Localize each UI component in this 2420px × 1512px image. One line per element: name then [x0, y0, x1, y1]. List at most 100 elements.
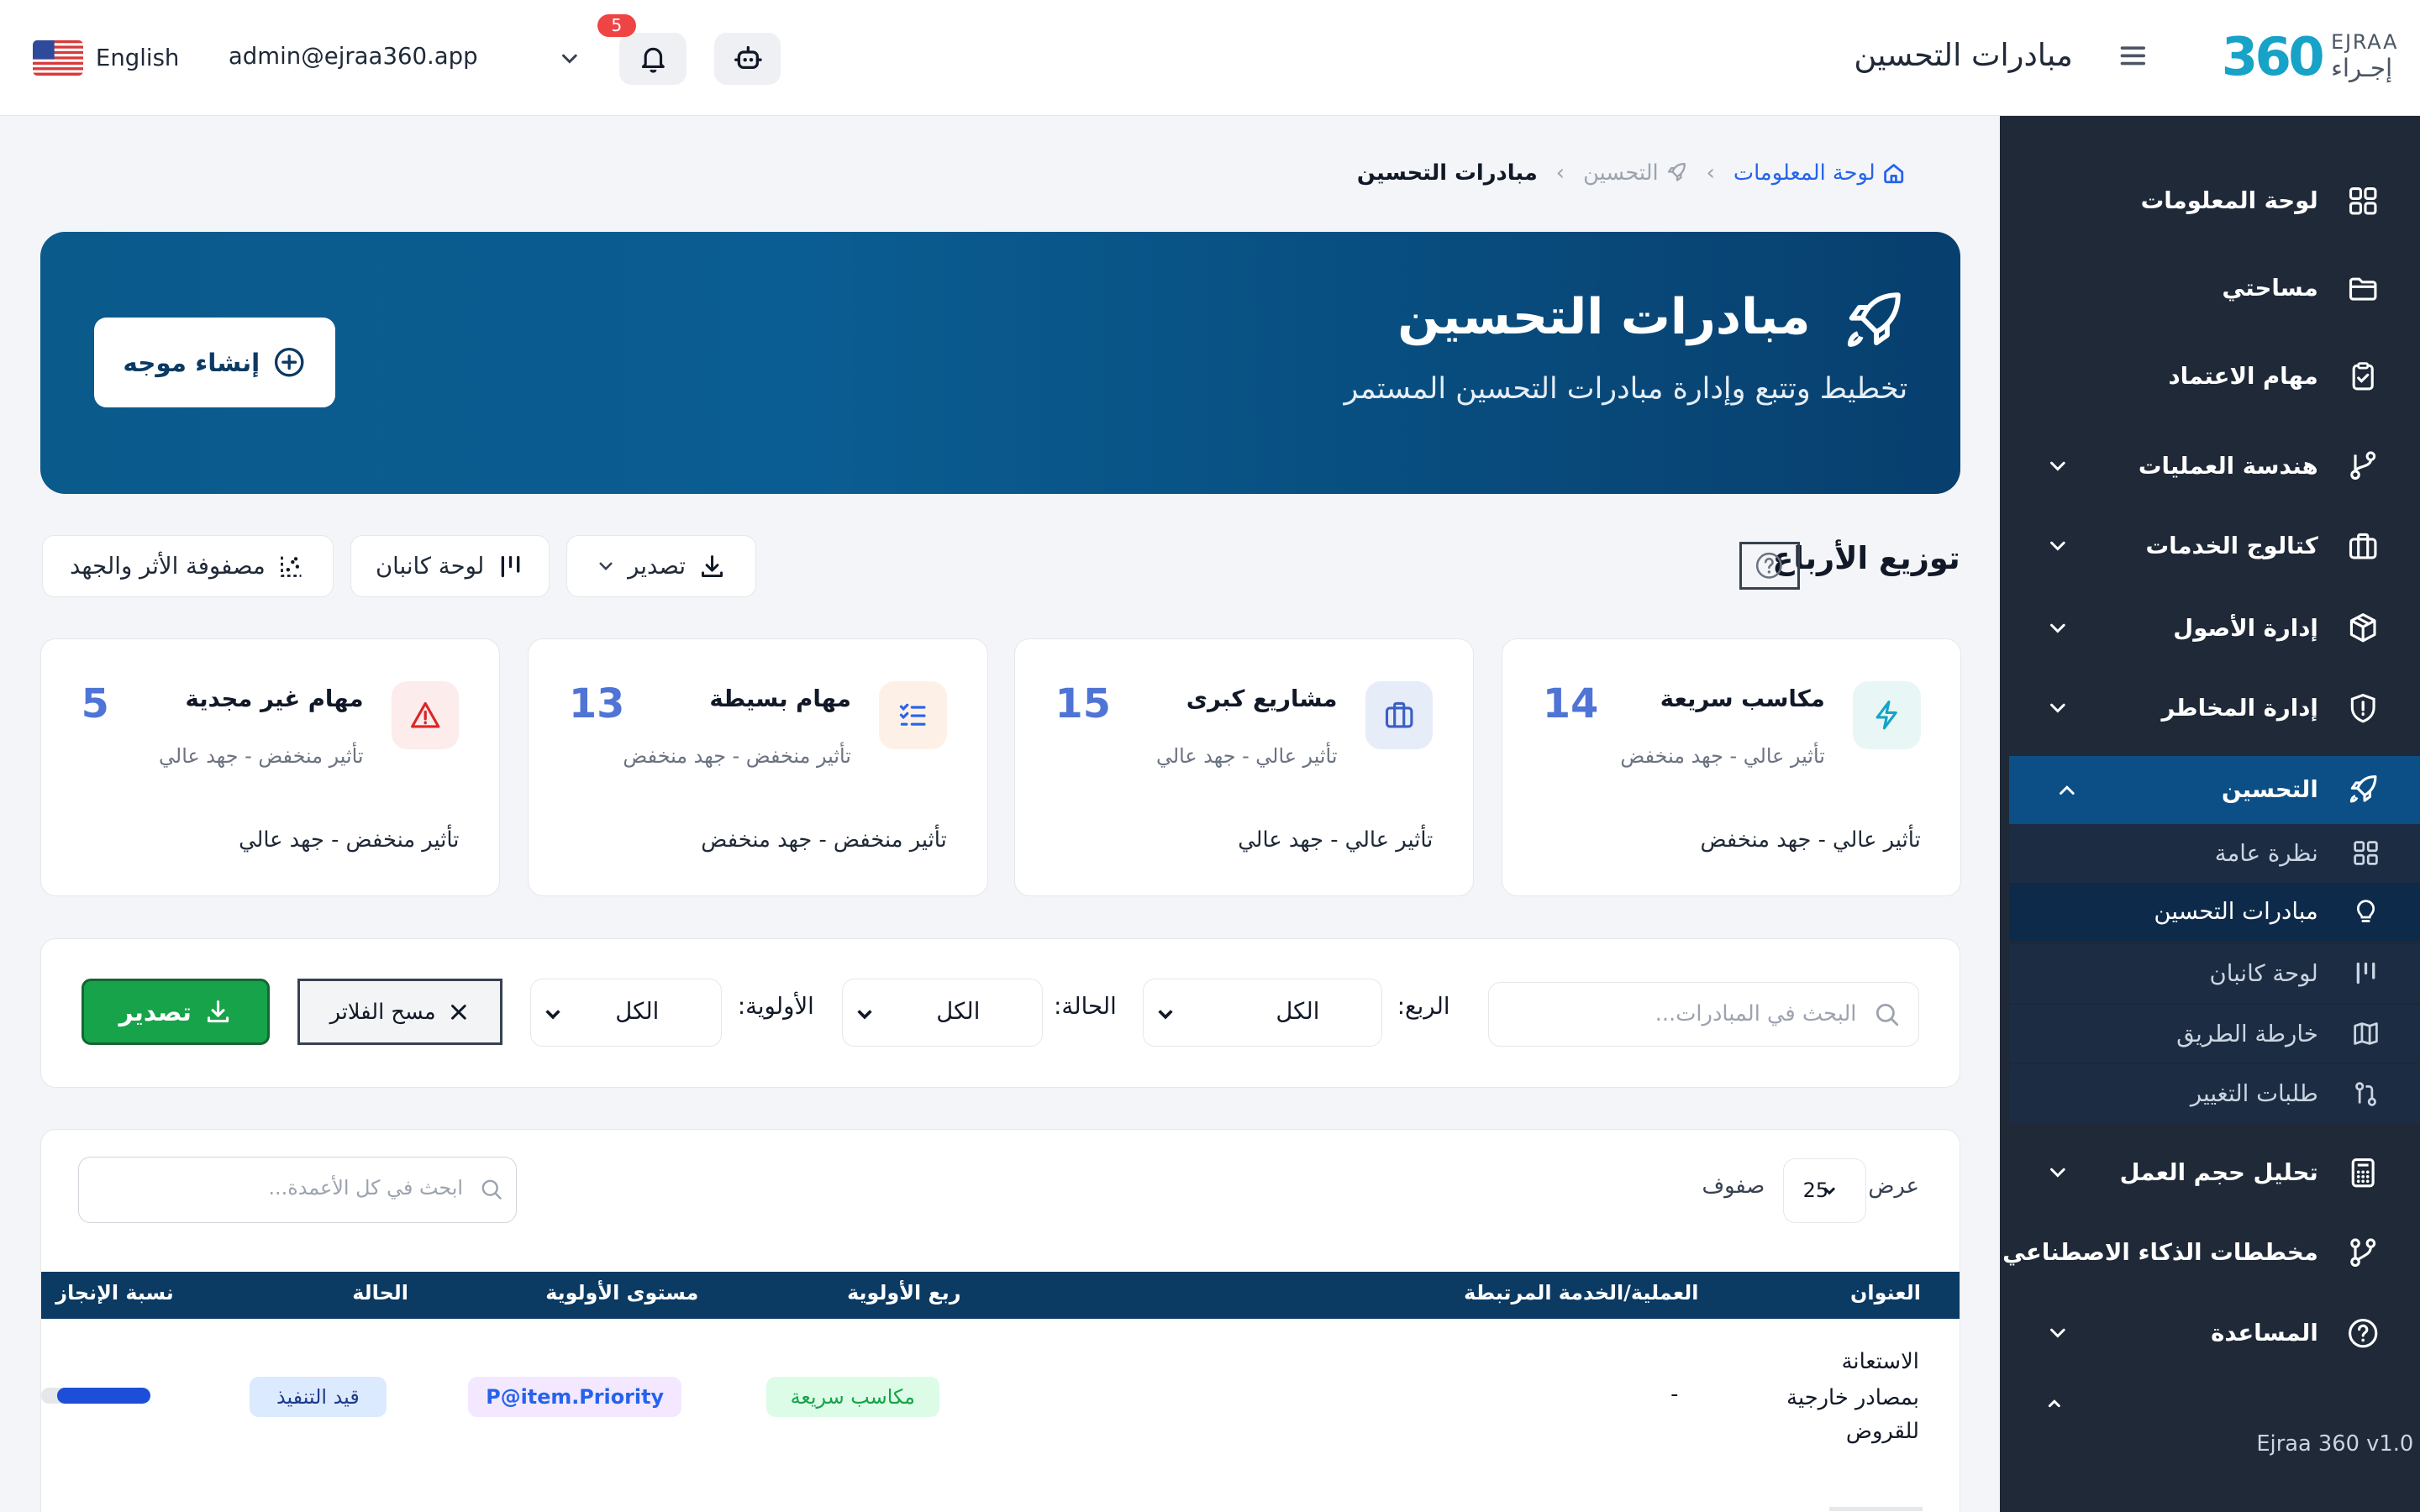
quadrant-card-fill-ins[interactable]: مهام بسيطة تأثير منخفض - جهد منخفض 13 تأ… — [528, 638, 988, 897]
chevron-down-icon — [2047, 1162, 2069, 1184]
sidebar-item-ai-diagrams[interactable]: مخططات الذكاء الاصطناعي — [2000, 1219, 2420, 1287]
sidebar-item-label: مخططات الذكاء الاصطناعي — [2002, 1239, 2318, 1267]
sidebar-item-asset-management[interactable]: إدارة الأصول — [2000, 594, 2420, 662]
quadrant-card-major-projects[interactable]: مشاريع كبرى تأثير عالي - جهد عالي 15 تأث… — [1013, 638, 1475, 897]
logo-brand: EJRAA — [2331, 30, 2399, 55]
card-subtitle: تأثير منخفض - جهد عالي — [159, 744, 364, 769]
sidebar-item-my-space[interactable]: مساحتي — [2000, 255, 2420, 323]
chevron-down-icon — [2047, 697, 2069, 719]
calculator-icon — [2346, 1156, 2380, 1189]
chevron-up-icon — [2056, 780, 2078, 801]
column-header-title[interactable]: العنوان — [1850, 1281, 1921, 1305]
language-switcher[interactable]: English — [32, 39, 179, 76]
help-button[interactable] — [1739, 541, 1800, 590]
search-icon — [480, 1178, 503, 1201]
bell-icon — [638, 43, 669, 74]
row-title-line: بمصادر خارجية — [1786, 1384, 1919, 1410]
column-header-priority[interactable]: مستوى الأولوية — [545, 1281, 698, 1305]
chevron-down-icon[interactable] — [559, 48, 581, 70]
chevron-down-icon — [2047, 455, 2069, 477]
card-title: مهام غير مجدية — [185, 685, 364, 713]
assistant-button[interactable] — [714, 32, 781, 85]
folder-icon — [2346, 271, 2380, 305]
close-icon — [448, 1001, 470, 1023]
notification-badge: 5 — [597, 13, 636, 38]
briefcase-icon — [1365, 680, 1434, 749]
column-header-process[interactable]: العملية/الخدمة المرتبطة — [1464, 1281, 1698, 1305]
export-button[interactable]: تصدير — [81, 979, 270, 1046]
sidebar-item-service-catalog[interactable]: كتالوج الخدمات — [2000, 512, 2420, 580]
rows-per-page-select[interactable]: 25 — [1783, 1158, 1867, 1223]
search-icon — [1874, 1001, 1900, 1027]
sidebar-subitem-change-requests[interactable]: طلبات التغيير — [2009, 1064, 2420, 1124]
notifications-button[interactable] — [618, 32, 687, 85]
quarter-filter-select[interactable]: الكل — [1143, 979, 1382, 1047]
menu-icon[interactable] — [2118, 40, 2149, 71]
table-search-input[interactable]: ابحث في كل الأعمدة... — [77, 1156, 517, 1223]
row-process: - — [1670, 1381, 1679, 1407]
kanban-board-button[interactable]: لوحة كانبان — [350, 535, 550, 597]
search-placeholder: البحث في المبادرات... — [1655, 1001, 1857, 1027]
card-footer: تأثير منخفض - جهد عالي — [239, 827, 460, 853]
sidebar-subitem-kanban[interactable]: لوحة كانبان — [2009, 944, 2420, 1003]
column-header-status[interactable]: الحالة — [352, 1281, 408, 1305]
export-dropdown-button[interactable]: تصدير — [566, 535, 757, 597]
status-badge: قيد التنفيذ — [249, 1377, 387, 1418]
sidebar-item-dashboard[interactable]: لوحة المعلومات — [2000, 166, 2420, 234]
briefcase-icon — [2346, 529, 2380, 563]
git-branch-icon — [2346, 449, 2380, 482]
initiatives-search-input[interactable]: البحث في المبادرات... — [1488, 982, 1919, 1047]
sidebar-item-help[interactable]: المساعدة — [2000, 1299, 2420, 1367]
page-title: مبادرات التحسين — [1397, 286, 1811, 345]
section-title: توزيع الأرباع — [1772, 539, 1960, 576]
status-filter-label: الحالة: — [1054, 992, 1117, 1020]
sidebar-item-improvement[interactable]: التحسين — [2009, 755, 2420, 824]
breadcrumb-section[interactable]: التحسين — [1583, 160, 1687, 186]
git-diagram-icon — [2346, 1236, 2380, 1269]
sidebar-subitem-overview[interactable]: نظرة عامة — [2009, 823, 2420, 883]
status-filter-select[interactable]: الكل — [842, 979, 1043, 1047]
column-header-progress[interactable]: نسبة الإنجاز — [55, 1281, 174, 1305]
create-prompt-button[interactable]: إنشاء موجه — [94, 318, 335, 407]
sidebar-item-approvals[interactable]: مهام الاعتماد — [2000, 343, 2420, 411]
priority-filter-select[interactable]: الكل — [530, 979, 722, 1047]
quadrant-card-thankless-tasks[interactable]: مهام غير مجدية تأثير منخفض - جهد عالي 5 … — [39, 638, 501, 897]
sidebar-subitem-label: خارطة الطريق — [2176, 1020, 2318, 1047]
breadcrumb-home[interactable]: لوحة المعلومات — [1733, 160, 1906, 186]
impact-effort-matrix-button[interactable]: مصفوفة الأثر والجهد — [41, 535, 334, 597]
rocket-icon — [2346, 773, 2380, 806]
page-subtitle: تخطيط وتتبع وإدارة مبادرات التحسين المست… — [1344, 371, 1908, 406]
quadrant-card-quick-wins[interactable]: مكاسب سريعة تأثير عالي - جهد منخفض 14 تأ… — [1502, 638, 1962, 897]
sidebar-item-label: إدارة الأصول — [2173, 614, 2318, 642]
sidebar-item-workload-analysis[interactable]: تحليل حجم العمل — [2000, 1138, 2420, 1206]
sidebar-subitem-improvement-initiatives[interactable]: مبادرات التحسين — [2009, 882, 2420, 942]
chevron-down-icon — [2047, 617, 2069, 639]
card-subtitle: تأثير عالي - جهد منخفض — [1620, 744, 1825, 769]
card-subtitle: تأثير عالي - جهد عالي — [1156, 744, 1338, 769]
sidebar-subitem-roadmap[interactable]: خارطة الطريق — [2009, 1004, 2420, 1063]
sidebar-item-label: المساعدة — [2211, 1319, 2318, 1347]
breadcrumb: لوحة المعلومات › التحسين › مبادرات التحس… — [1357, 160, 1907, 186]
rocket-icon — [1839, 287, 1907, 355]
chevron-up-icon[interactable] — [2044, 1394, 2065, 1409]
page-header-title: مبادرات التحسين — [1854, 37, 2073, 74]
sidebar-item-label: مهام الاعتماد — [2168, 363, 2318, 391]
zap-icon — [1852, 680, 1921, 749]
card-title: مهام بسيطة — [709, 685, 851, 713]
table-header: العنوان العملية/الخدمة المرتبطة ربع الأو… — [40, 1272, 1960, 1319]
user-email[interactable]: admin@ejraa360.app — [229, 43, 478, 70]
plus-circle-icon — [272, 345, 306, 379]
logo-arabic: إجـراء — [2331, 53, 2393, 82]
sidebar-item-risk-management[interactable]: إدارة المخاطر — [2000, 675, 2420, 743]
bot-icon — [733, 43, 764, 74]
breadcrumb-current: مبادرات التحسين — [1356, 160, 1538, 186]
column-header-quadrant[interactable]: ربع الأولوية — [847, 1281, 960, 1305]
help-circle-icon — [2346, 1316, 2380, 1350]
card-footer: تأثير عالي - جهد منخفض — [1700, 827, 1921, 853]
clear-filters-button[interactable]: مسح الفلاتر — [297, 979, 502, 1046]
logo[interactable]: EJRAA إجـراء 360 — [2222, 26, 2399, 87]
change-request-icon — [2352, 1080, 2380, 1108]
app-version: Ejraa 360 v1.0 — [2256, 1431, 2414, 1457]
kanban-icon — [2352, 959, 2380, 987]
sidebar-item-process-engineering[interactable]: هندسة العمليات — [2000, 432, 2420, 500]
